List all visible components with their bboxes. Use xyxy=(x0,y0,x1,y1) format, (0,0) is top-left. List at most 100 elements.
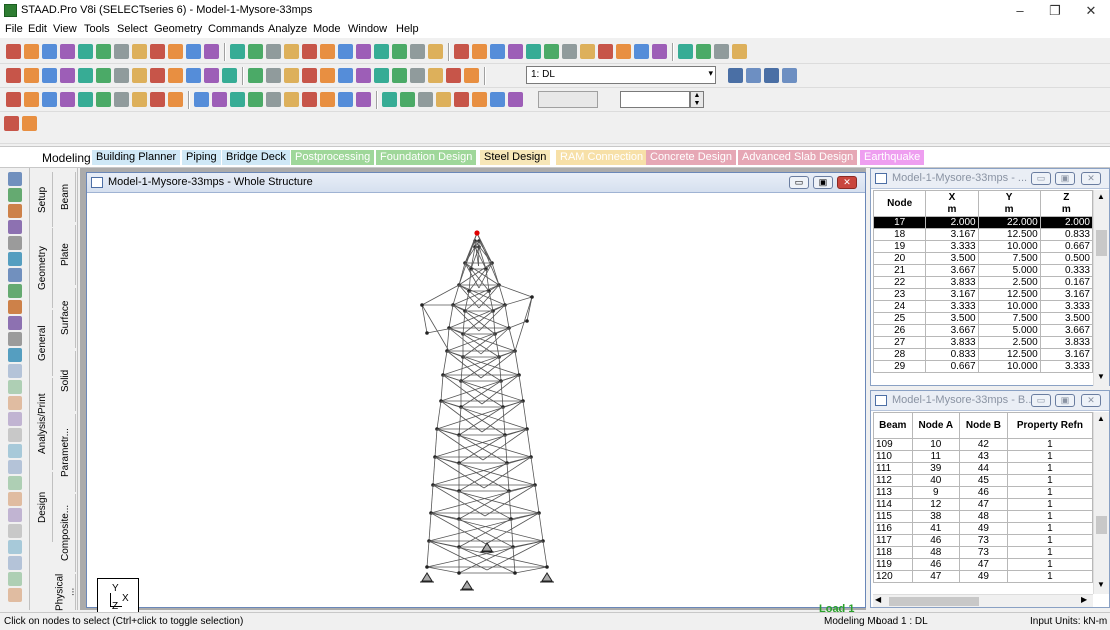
toolbar-button-icon[interactable] xyxy=(356,44,371,59)
structure-window[interactable]: Model-1-Mysore-33mps - Whole Structure ▭… xyxy=(86,172,866,620)
table-cell[interactable]: 24 xyxy=(873,300,927,313)
table-cell[interactable]: 45 xyxy=(959,474,1008,487)
table-cell[interactable]: 40 xyxy=(911,474,961,487)
cursor-tool-icon[interactable] xyxy=(8,540,22,554)
toolbar-button-icon[interactable] xyxy=(6,92,21,107)
menu-tools[interactable]: Tools xyxy=(84,23,110,35)
toolbar-button-icon[interactable] xyxy=(132,44,147,59)
cursor-tool-icon[interactable] xyxy=(8,588,22,602)
table-cell[interactable]: 3.167 xyxy=(1039,288,1093,301)
member-line[interactable] xyxy=(476,232,500,286)
toolbar-button-icon[interactable] xyxy=(284,68,299,83)
menu-analyze[interactable]: Analyze xyxy=(268,23,307,35)
toolbar-button-icon[interactable] xyxy=(418,92,433,107)
member-line[interactable] xyxy=(448,327,482,355)
toolbar-button-icon[interactable] xyxy=(204,44,219,59)
toolbar-button-icon[interactable] xyxy=(22,116,37,131)
side-tab-surface[interactable]: Surface xyxy=(56,288,76,348)
table-cell[interactable]: 1 xyxy=(1006,546,1093,559)
member-line[interactable] xyxy=(440,374,444,402)
table-cell[interactable]: 46 xyxy=(911,558,961,571)
node-table-close-button[interactable]: ✕ xyxy=(1081,172,1101,185)
toolbar-button-icon[interactable] xyxy=(96,44,111,59)
table-cell[interactable]: 17 xyxy=(873,216,927,229)
table-cell[interactable]: 3.500 xyxy=(925,252,979,265)
side-tab-physical-[interactable]: Physical ... xyxy=(55,573,77,610)
staad-app-icon[interactable] xyxy=(4,4,17,17)
member-line[interactable] xyxy=(432,484,540,514)
table-cell[interactable]: 9 xyxy=(911,486,961,499)
toolbar-button-icon[interactable] xyxy=(24,68,39,83)
side-tab-setup[interactable]: Setup xyxy=(33,172,53,227)
table-cell[interactable]: 3.833 xyxy=(1039,336,1093,349)
toolbar-button-icon[interactable] xyxy=(472,92,487,107)
table-cell[interactable]: 120 xyxy=(873,570,913,583)
support-icon[interactable] xyxy=(460,580,474,591)
toolbar-button-icon[interactable] xyxy=(490,44,505,59)
toolbar-button-icon[interactable] xyxy=(186,44,201,59)
table-cell[interactable]: 0.667 xyxy=(1039,240,1093,253)
toolbar-button-icon[interactable] xyxy=(338,92,353,107)
node-table-header[interactable]: Ym xyxy=(977,190,1041,217)
table-cell[interactable]: 12.500 xyxy=(977,228,1041,241)
table-cell[interactable]: 12.500 xyxy=(977,288,1041,301)
beam-table-header[interactable]: Property Refn xyxy=(1006,412,1093,439)
table-cell[interactable]: 109 xyxy=(873,438,913,451)
table-cell[interactable]: 116 xyxy=(873,522,913,535)
beam-table[interactable]: Beam Node A Node B Property Refn 109 10 42 1 110… xyxy=(873,412,1093,583)
table-cell[interactable]: 3.167 xyxy=(925,288,979,301)
member-line[interactable] xyxy=(426,566,460,574)
menu-edit[interactable]: Edit xyxy=(28,23,47,35)
table-cell[interactable]: 38 xyxy=(911,510,961,523)
toolbar-button-icon[interactable] xyxy=(356,68,371,83)
cursor-tool-icon[interactable] xyxy=(8,332,22,346)
toolbar-button-icon[interactable] xyxy=(454,92,469,107)
beam-table-restore-button[interactable]: ▣ xyxy=(1055,394,1075,407)
member-line[interactable] xyxy=(508,327,516,352)
table-cell[interactable]: 1 xyxy=(1006,450,1093,463)
spin-buttons[interactable]: ▲ ▼ xyxy=(690,91,704,108)
toolbar-button-icon[interactable] xyxy=(446,68,461,83)
toolbar-button-icon[interactable] xyxy=(678,44,693,59)
member-line[interactable] xyxy=(478,240,480,267)
table-row[interactable]: 26 3.667 5.000 3.667 xyxy=(873,324,1093,337)
member-line[interactable] xyxy=(542,540,548,568)
table-cell[interactable]: 23 xyxy=(873,288,927,301)
node-table[interactable]: Node Xm Ym Zm 17 2.000 22.000 2.000 18 3.167 12.50… xyxy=(873,190,1093,373)
table-cell[interactable]: 112 xyxy=(873,474,913,487)
member-line[interactable] xyxy=(430,512,544,542)
member-line[interactable] xyxy=(434,428,528,458)
table-row[interactable]: 19 3.333 10.000 0.667 xyxy=(873,240,1093,253)
table-cell[interactable]: 44 xyxy=(959,462,1008,475)
member-line[interactable] xyxy=(434,428,438,458)
toolbar-button-icon[interactable] xyxy=(526,44,541,59)
toolbar-button-icon[interactable] xyxy=(302,92,317,107)
table-row[interactable]: 25 3.500 7.500 3.500 xyxy=(873,312,1093,325)
member-line[interactable] xyxy=(498,284,506,306)
toolbar-button-icon[interactable] xyxy=(428,44,443,59)
beam-table-minimize-button[interactable]: ▭ xyxy=(1031,394,1051,407)
toolbar-button-icon[interactable] xyxy=(24,92,39,107)
member-line[interactable] xyxy=(514,350,520,376)
toolbar-button-icon[interactable] xyxy=(42,92,57,107)
load-case-dropdown[interactable]: 1: DL ▾ xyxy=(526,66,716,84)
table-cell[interactable]: 46 xyxy=(911,534,961,547)
toolbar-button-icon[interactable] xyxy=(4,116,19,131)
table-row[interactable]: 28 0.833 12.500 3.167 xyxy=(873,348,1093,361)
toolbar-button-icon[interactable] xyxy=(320,44,335,59)
member-line[interactable] xyxy=(514,566,548,574)
table-cell[interactable]: 43 xyxy=(959,450,1008,463)
table-row[interactable]: 116 41 49 1 xyxy=(873,522,1093,535)
member-line[interactable] xyxy=(504,304,510,329)
tab-bridge-deck[interactable]: Bridge Deck xyxy=(222,150,290,165)
table-cell[interactable]: 1 xyxy=(1006,474,1093,487)
toolbar-button-icon[interactable] xyxy=(652,44,667,59)
node-point[interactable] xyxy=(457,571,461,575)
table-row[interactable]: 120 47 49 1 xyxy=(873,570,1093,583)
table-cell[interactable]: 2.500 xyxy=(977,336,1041,349)
toolbar-button-icon[interactable] xyxy=(508,44,523,59)
toolbar-button-icon[interactable] xyxy=(266,68,281,83)
member-line[interactable] xyxy=(446,350,520,376)
toolbar-button-icon[interactable] xyxy=(410,68,425,83)
cursor-tool-icon[interactable] xyxy=(8,300,22,314)
